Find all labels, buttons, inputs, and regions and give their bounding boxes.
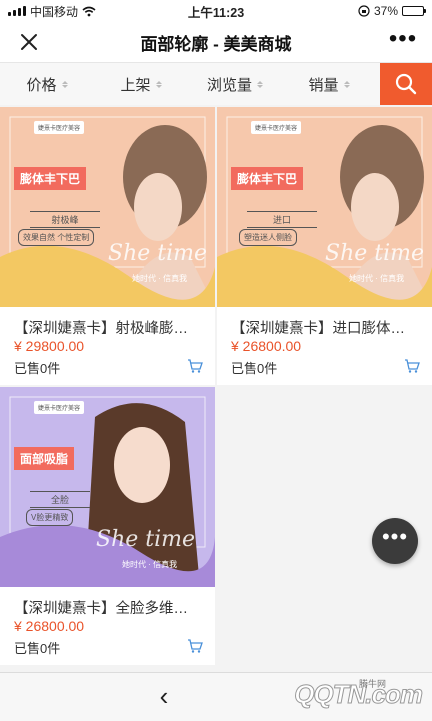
page-title: 面部轮廓 - 美美商城: [140, 34, 292, 54]
product-title[interactable]: 【深圳婕熹卡】进口膨体…: [231, 317, 426, 338]
sort-arrows-icon: [257, 80, 263, 88]
banner-tag: 进口: [247, 211, 317, 228]
product-title[interactable]: 【深圳婕熹卡】射极峰膨…: [14, 317, 209, 338]
sort-arrows-icon: [61, 80, 68, 88]
sort-by-price[interactable]: 价格: [0, 74, 94, 95]
search-icon: [395, 73, 417, 95]
banner-script: She time: [108, 241, 208, 266]
close-icon: [21, 34, 37, 50]
sort-by-views[interactable]: 浏览量: [188, 74, 282, 95]
watermark-badge: 腾牛网: [358, 679, 386, 689]
clock: 上午11:23: [187, 5, 245, 20]
brand-logo: 婕熹卡医疗美容: [34, 121, 85, 134]
watermark: 腾牛网 QQTN.com: [294, 679, 424, 710]
wifi-icon: [82, 6, 96, 16]
sort-bar: 价格 上架 浏览量 销量: [0, 63, 432, 105]
product-price: ¥ 26800.00: [231, 338, 302, 354]
banner-tag: 全脸: [30, 491, 90, 508]
sold-count: 已售0件: [14, 641, 61, 656]
sort-label: 上架: [120, 76, 151, 94]
product-card[interactable]: 婕熹卡医疗美容 膨体丰下巴 射极峰 效果自然 个性定制 She time 她时代…: [0, 107, 215, 385]
cart-icon[interactable]: [187, 638, 203, 654]
search-button[interactable]: [380, 63, 432, 105]
product-price: ¥ 29800.00: [14, 338, 85, 354]
battery-percent: 37%: [373, 4, 398, 18]
bottom-bar: ‹ 腾牛网 QQTN.com: [0, 672, 432, 721]
product-image: 婕熹卡医疗美容 面部吸脂 全脸 V脸更精致 She time 她时代 · 信真我: [0, 387, 215, 587]
banner-tagline: 塑造迷人侧脸: [239, 229, 297, 246]
nav-bar: 面部轮廓 - 美美商城 •••: [0, 22, 432, 63]
floating-more-button[interactable]: •••: [372, 518, 418, 564]
product-price: ¥ 26800.00: [14, 618, 85, 634]
product-card[interactable]: 婕熹卡医疗美容 面部吸脂 全脸 V脸更精致 She time 她时代 · 信真我…: [0, 387, 215, 665]
sort-by-listing[interactable]: 上架: [94, 74, 188, 95]
banner-slogan: 她时代 · 信真我: [349, 274, 405, 283]
signal-icon: [8, 6, 26, 16]
carrier-label: 中国移动: [30, 4, 79, 19]
banner-headline: 膨体丰下巴: [231, 167, 304, 190]
product-grid: 婕熹卡医疗美容 膨体丰下巴 射极峰 效果自然 个性定制 She time 她时代…: [0, 107, 432, 667]
cart-icon[interactable]: [187, 358, 203, 374]
banner-headline: 膨体丰下巴: [14, 167, 87, 190]
product-image: 婕熹卡医疗美容 膨体丰下巴 射极峰 效果自然 个性定制 She time 她时代…: [0, 107, 215, 307]
rotation-lock-icon: [358, 5, 370, 17]
sort-arrows-icon: [155, 80, 162, 88]
status-bar: 中国移动 上午11:23 37%: [0, 0, 432, 22]
banner-slogan: 她时代 · 信真我: [122, 560, 178, 569]
sold-count: 已售0件: [231, 361, 278, 376]
product-title[interactable]: 【深圳婕熹卡】全脸多维…: [14, 597, 209, 618]
sort-by-sales[interactable]: 销量: [282, 74, 376, 95]
sort-label: 价格: [26, 76, 57, 94]
cart-icon[interactable]: [404, 358, 420, 374]
banner-tagline: V脸更精致: [26, 509, 74, 526]
more-menu-button[interactable]: •••: [388, 27, 418, 55]
banner-tagline: 效果自然 个性定制: [18, 229, 95, 246]
sort-label: 浏览量: [206, 76, 252, 94]
sold-count: 已售0件: [14, 361, 61, 376]
back-button[interactable]: ‹: [152, 683, 176, 711]
banner-script: She time: [325, 241, 425, 266]
banner-headline: 面部吸脂: [14, 447, 75, 470]
banner-script: She time: [96, 527, 196, 552]
product-card[interactable]: 婕熹卡医疗美容 膨体丰下巴 进口 塑造迷人侧脸 She time 她时代 · 信…: [217, 107, 432, 385]
brand-logo: 婕熹卡医疗美容: [251, 121, 302, 134]
product-image: 婕熹卡医疗美容 膨体丰下巴 进口 塑造迷人侧脸 She time 她时代 · 信…: [217, 107, 432, 307]
banner-tag: 射极峰: [30, 211, 100, 228]
battery-icon: [402, 6, 426, 16]
sort-arrows-icon: [343, 80, 350, 88]
banner-slogan: 她时代 · 信真我: [132, 274, 188, 283]
brand-logo: 婕熹卡医疗美容: [34, 401, 85, 414]
close-button[interactable]: [16, 29, 42, 55]
sort-label: 销量: [308, 76, 339, 94]
